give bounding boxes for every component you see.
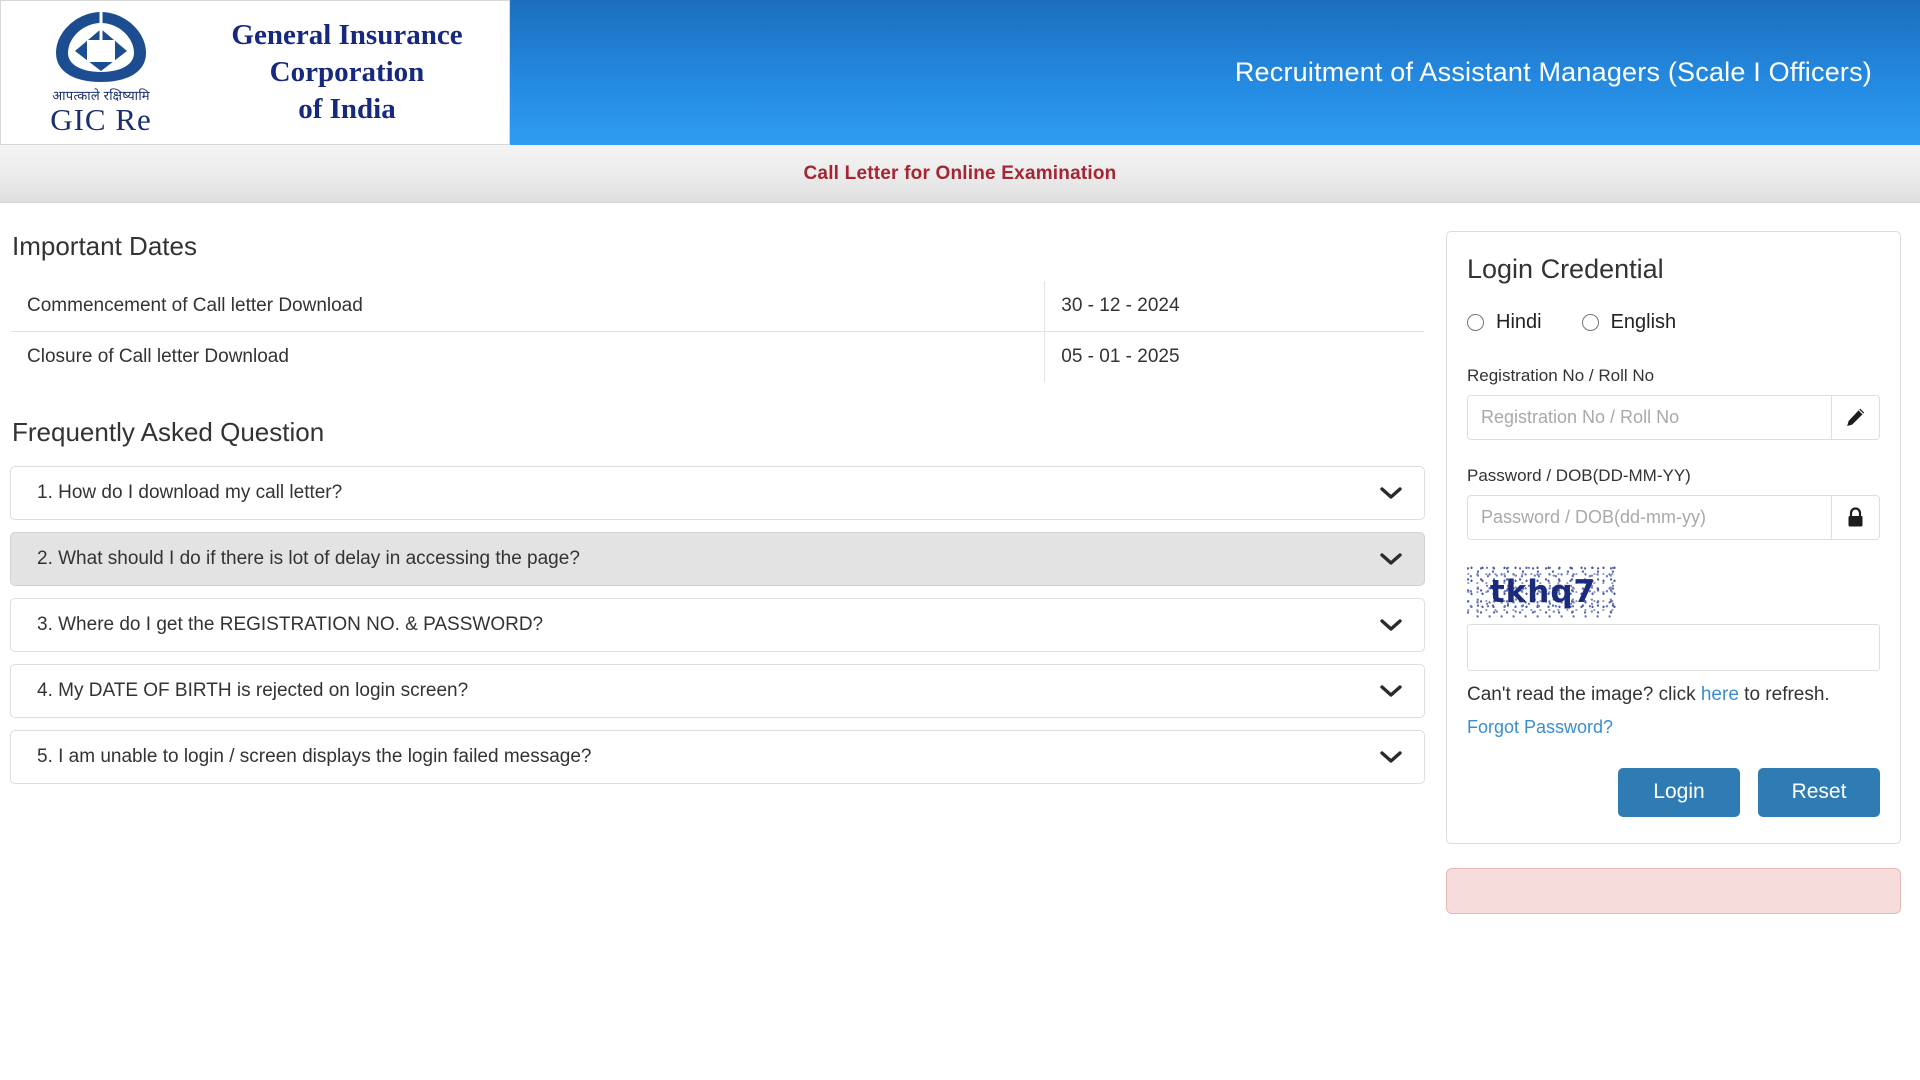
login-panel: Login Credential Hindi English Registrat… bbox=[1446, 231, 1901, 844]
page-title: Recruitment of Assistant Managers (Scale… bbox=[1234, 57, 1872, 87]
pencil-icon[interactable] bbox=[1831, 395, 1880, 440]
language-label-english: English bbox=[1610, 311, 1677, 333]
login-button[interactable]: Login bbox=[1618, 767, 1740, 817]
language-selector: Hindi English bbox=[1467, 311, 1880, 334]
alert-message-box bbox=[1446, 867, 1901, 914]
captcha-input[interactable] bbox=[1467, 624, 1880, 671]
important-dates-heading: Important Dates bbox=[12, 231, 197, 261]
table-row: Closure of Call letter Download 05 - 01 … bbox=[11, 331, 1424, 382]
faq-item-2[interactable]: 2. What should I do if there is lot of d… bbox=[10, 532, 1425, 586]
chevron-down-icon[interactable] bbox=[1380, 486, 1402, 500]
logo-name-line-1: General Insurance bbox=[231, 18, 463, 51]
captcha-refresh-prefix: Can't read the image? click bbox=[1467, 684, 1701, 705]
language-label-hindi: Hindi bbox=[1496, 311, 1542, 333]
registration-input-group bbox=[1467, 395, 1880, 440]
captcha-refresh-suffix: to refresh. bbox=[1738, 684, 1830, 705]
language-option-english[interactable]: English bbox=[1581, 311, 1677, 334]
password-input[interactable] bbox=[1467, 495, 1831, 540]
language-option-hindi[interactable]: Hindi bbox=[1467, 311, 1542, 334]
important-dates-table: Commencement of Call letter Download 30 … bbox=[10, 280, 1425, 383]
captcha-image: tkhq7 bbox=[1467, 566, 1619, 618]
logo-name-line-3: of India bbox=[298, 93, 396, 126]
login-panel-title: Login Credential bbox=[1467, 254, 1664, 284]
page-header: आपत्काले रक्षिष्यामि GIC Re General Insu… bbox=[0, 0, 1920, 145]
radio-icon[interactable] bbox=[1581, 314, 1599, 331]
registration-input[interactable] bbox=[1467, 395, 1831, 440]
gic-re-logo-icon: आपत्काले रक्षिष्यामि GIC Re bbox=[35, 9, 167, 137]
faq-question-text: 1. How do I download my call letter? bbox=[37, 482, 343, 503]
faq-item-4[interactable]: 4. My DATE OF BIRTH is rejected on login… bbox=[10, 664, 1425, 718]
chevron-down-icon[interactable] bbox=[1380, 552, 1402, 566]
captcha-refresh-link[interactable]: here bbox=[1701, 684, 1739, 705]
lock-icon[interactable] bbox=[1831, 495, 1880, 540]
faq-item-5[interactable]: 5. I am unable to login / screen display… bbox=[10, 730, 1425, 784]
right-column: Login Credential Hindi English Registrat… bbox=[1440, 231, 1920, 914]
date-label: Closure of Call letter Download bbox=[11, 331, 1046, 382]
faq-question-text: 3. Where do I get the REGISTRATION NO. &… bbox=[37, 614, 544, 635]
captcha-refresh-text: Can't read the image? click here to refr… bbox=[1467, 681, 1862, 709]
logo-abbreviation: GIC Re bbox=[50, 101, 152, 137]
gic-re-emblem-icon bbox=[56, 11, 146, 82]
faq-question-text: 5. I am unable to login / screen display… bbox=[37, 746, 592, 767]
subheader-bar: Call Letter for Online Examination bbox=[0, 145, 1920, 203]
logo-name-line-2: Corporation bbox=[269, 55, 425, 88]
faq-question-text: 4. My DATE OF BIRTH is rejected on login… bbox=[37, 680, 469, 701]
faq-item-1[interactable]: 1. How do I download my call letter? bbox=[10, 466, 1425, 520]
password-input-group bbox=[1467, 495, 1880, 540]
password-field-label: Password / DOB(DD-MM-YY) bbox=[1467, 466, 1691, 485]
subheader-title: Call Letter for Online Examination bbox=[803, 162, 1117, 184]
left-column: Important Dates Commencement of Call let… bbox=[0, 231, 1440, 914]
date-value: 30 - 12 - 2024 bbox=[1044, 281, 1424, 332]
forgot-password-link[interactable]: Forgot Password? bbox=[1467, 717, 1613, 738]
faq-question-text: 2. What should I do if there is lot of d… bbox=[37, 548, 580, 569]
radio-icon[interactable] bbox=[1467, 314, 1484, 331]
faq-list: 1. How do I download my call letter? 2. … bbox=[10, 466, 1425, 784]
login-button-row: Login Reset bbox=[1467, 767, 1880, 817]
faq-heading: Frequently Asked Question bbox=[12, 417, 325, 447]
chevron-down-icon[interactable] bbox=[1380, 618, 1402, 632]
registration-field-label: Registration No / Roll No bbox=[1467, 366, 1655, 385]
logo-organisation-name: General Insurance Corporation of India bbox=[185, 17, 509, 128]
captcha-text: tkhq7 bbox=[1489, 574, 1597, 610]
chevron-down-icon[interactable] bbox=[1380, 750, 1402, 764]
reset-button[interactable]: Reset bbox=[1758, 767, 1880, 817]
date-value: 05 - 01 - 2025 bbox=[1044, 331, 1424, 382]
date-label: Commencement of Call letter Download bbox=[11, 281, 1046, 332]
chevron-down-icon[interactable] bbox=[1380, 684, 1402, 698]
faq-item-3[interactable]: 3. Where do I get the REGISTRATION NO. &… bbox=[10, 598, 1425, 652]
organisation-logo: आपत्काले रक्षिष्यामि GIC Re General Insu… bbox=[0, 0, 510, 145]
table-row: Commencement of Call letter Download 30 … bbox=[11, 281, 1424, 332]
page-body: Important Dates Commencement of Call let… bbox=[0, 203, 1920, 914]
